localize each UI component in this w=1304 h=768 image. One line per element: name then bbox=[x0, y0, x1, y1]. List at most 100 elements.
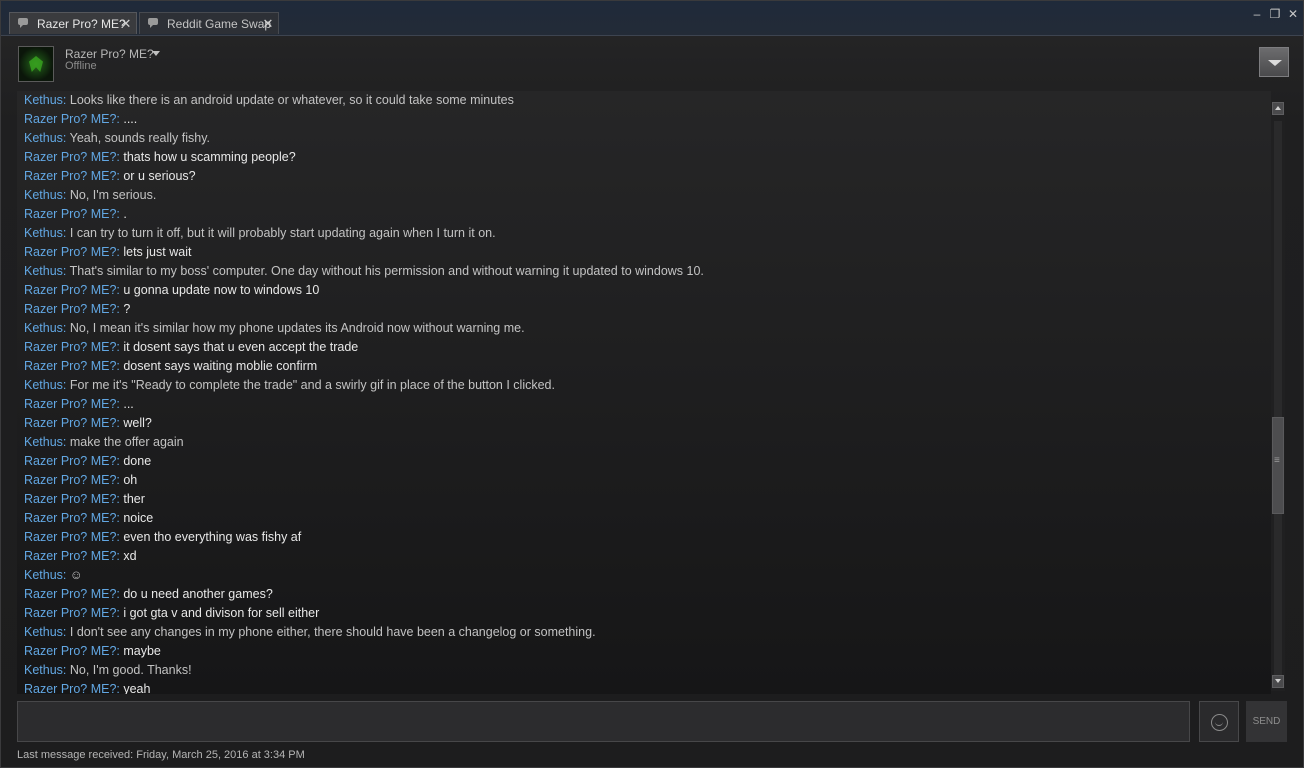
message-text: I can try to turn it off, but it will pr… bbox=[69, 226, 496, 240]
chat-message: Razer Pro? ME?: i got gta v and divison … bbox=[24, 606, 320, 620]
close-icon[interactable]: ✕ bbox=[120, 16, 132, 32]
message-text: That's similar to my boss' computer. One… bbox=[69, 264, 704, 278]
message-text: . bbox=[123, 207, 127, 221]
contact-status: Offline bbox=[65, 60, 97, 72]
chat-message: Kethus: ☺ bbox=[24, 568, 83, 582]
message-text: do u need another games? bbox=[123, 587, 273, 601]
chat-message: Kethus: make the offer again bbox=[24, 435, 184, 449]
message-text: Looks like there is an android update or… bbox=[69, 93, 514, 107]
message-sender[interactable]: Razer Pro? ME? bbox=[24, 283, 116, 297]
chat-message: Razer Pro? ME?: ... bbox=[24, 397, 134, 411]
tab-label: Razer Pro? ME? bbox=[37, 16, 126, 31]
chat-message: Razer Pro? ME?: maybe bbox=[24, 644, 161, 658]
message-text: yeah bbox=[123, 682, 151, 694]
message-sender[interactable]: Razer Pro? ME? bbox=[24, 549, 116, 563]
message-sender[interactable]: Razer Pro? ME? bbox=[24, 397, 116, 411]
chevron-down-icon[interactable] bbox=[152, 51, 160, 56]
message-text: done bbox=[123, 454, 152, 468]
chat-options-button[interactable] bbox=[1259, 47, 1289, 77]
message-sender[interactable]: Razer Pro? ME? bbox=[24, 112, 116, 126]
message-sender[interactable]: Kethus bbox=[24, 188, 63, 202]
chat-message: Kethus: That's similar to my boss' compu… bbox=[24, 264, 704, 278]
chat-message: Razer Pro? ME?: dosent says waiting mobl… bbox=[24, 359, 318, 373]
message-sender[interactable]: Kethus bbox=[24, 226, 63, 240]
message-text: .... bbox=[123, 112, 138, 126]
message-input[interactable] bbox=[17, 701, 1190, 742]
message-sender[interactable]: Razer Pro? ME? bbox=[24, 207, 116, 221]
message-sender[interactable]: Kethus bbox=[24, 131, 63, 145]
message-sender[interactable]: Razer Pro? ME? bbox=[24, 340, 116, 354]
message-text: maybe bbox=[123, 644, 161, 658]
chat-message: Razer Pro? ME?: yeah bbox=[24, 682, 151, 694]
message-text: dosent says waiting moblie confirm bbox=[123, 359, 318, 373]
tab-reddit-game-swap[interactable]: Reddit Game Swap ✕ bbox=[139, 12, 279, 34]
scroll-down-button[interactable] bbox=[1272, 675, 1284, 688]
chat-message: Kethus: Looks like there is an android u… bbox=[24, 93, 514, 107]
message-sender[interactable]: Razer Pro? ME? bbox=[24, 359, 116, 373]
chat-message: Razer Pro? ME?: do u need another games? bbox=[24, 587, 273, 601]
message-sender[interactable]: Kethus bbox=[24, 435, 63, 449]
message-sender[interactable]: Razer Pro? ME? bbox=[24, 169, 116, 183]
tab-bar: Razer Pro? ME? ✕ Reddit Game Swap ✕ – ❐ … bbox=[1, 1, 1303, 36]
message-sender[interactable]: Razer Pro? ME? bbox=[24, 245, 116, 259]
message-sender[interactable]: Kethus bbox=[24, 93, 63, 107]
message-sender[interactable]: Razer Pro? ME? bbox=[24, 587, 116, 601]
minimize-button[interactable]: – bbox=[1250, 7, 1264, 21]
chat-message: Razer Pro? ME?: ther bbox=[24, 492, 145, 506]
chat-bubble-icon bbox=[18, 18, 31, 29]
send-button[interactable]: SEND bbox=[1246, 701, 1287, 742]
scroll-up-button[interactable] bbox=[1272, 102, 1284, 115]
close-icon[interactable]: ✕ bbox=[262, 16, 274, 32]
chat-message: Kethus: I don't see any changes in my ph… bbox=[24, 625, 596, 639]
message-sender[interactable]: Kethus bbox=[24, 625, 63, 639]
scroll-thumb[interactable] bbox=[1272, 417, 1284, 514]
maximize-button[interactable]: ❐ bbox=[1268, 7, 1282, 21]
message-sender[interactable]: Razer Pro? ME? bbox=[24, 606, 116, 620]
message-sender[interactable]: Razer Pro? ME? bbox=[24, 644, 116, 658]
chat-message: Kethus: No, I mean it's similar how my p… bbox=[24, 321, 525, 335]
message-text: No, I'm good. Thanks! bbox=[69, 663, 192, 677]
message-sender[interactable]: Razer Pro? ME? bbox=[24, 530, 116, 544]
avatar[interactable] bbox=[18, 46, 54, 82]
last-message-status: Last message received: Friday, March 25,… bbox=[17, 749, 305, 761]
message-text: i got gta v and divison for sell either bbox=[123, 606, 320, 620]
message-text: even tho everything was fishy af bbox=[123, 530, 302, 544]
scrollbar[interactable] bbox=[1271, 101, 1285, 691]
chat-message: Razer Pro? ME?: noice bbox=[24, 511, 154, 525]
chat-message: Razer Pro? ME?: thats how u scamming peo… bbox=[24, 150, 296, 164]
message-sender[interactable]: Kethus bbox=[24, 568, 63, 582]
chat-message: Razer Pro? ME?: u gonna update now to wi… bbox=[24, 283, 320, 297]
message-sender[interactable]: Razer Pro? ME? bbox=[24, 416, 116, 430]
chat-message: Razer Pro? ME?: done bbox=[24, 454, 152, 468]
message-text: thats how u scamming people? bbox=[123, 150, 296, 164]
message-text: oh bbox=[123, 473, 138, 487]
message-sender[interactable]: Kethus bbox=[24, 264, 63, 278]
message-sender[interactable]: Kethus bbox=[24, 378, 63, 392]
contact-name[interactable]: Razer Pro? ME? bbox=[65, 47, 154, 61]
message-text: ? bbox=[123, 302, 131, 316]
message-sender[interactable]: Razer Pro? ME? bbox=[24, 492, 116, 506]
message-text: lets just wait bbox=[123, 245, 192, 259]
message-sender[interactable]: Razer Pro? ME? bbox=[24, 302, 116, 316]
tab-label: Reddit Game Swap bbox=[167, 16, 272, 31]
tab-razer-pro[interactable]: Razer Pro? ME? ✕ bbox=[9, 12, 137, 34]
message-sender[interactable]: Razer Pro? ME? bbox=[24, 473, 116, 487]
chat-message: Kethus: I can try to turn it off, but it… bbox=[24, 226, 496, 240]
message-sender[interactable]: Kethus bbox=[24, 663, 63, 677]
close-window-button[interactable]: ✕ bbox=[1286, 7, 1300, 21]
message-sender[interactable]: Razer Pro? ME? bbox=[24, 150, 116, 164]
emoticon-button[interactable] bbox=[1199, 701, 1239, 742]
message-text: No, I'm serious. bbox=[69, 188, 157, 202]
message-text: For me it's "Ready to complete the trade… bbox=[69, 378, 555, 392]
message-text: u gonna update now to windows 10 bbox=[123, 283, 320, 297]
chat-message: Razer Pro? ME?: or u serious? bbox=[24, 169, 196, 183]
chat-message: Razer Pro? ME?: lets just wait bbox=[24, 245, 192, 259]
message-sender[interactable]: Razer Pro? ME? bbox=[24, 511, 116, 525]
chat-message: Razer Pro? ME?: oh bbox=[24, 473, 138, 487]
scroll-track[interactable] bbox=[1274, 121, 1282, 676]
message-sender[interactable]: Razer Pro? ME? bbox=[24, 682, 116, 694]
message-sender[interactable]: Razer Pro? ME? bbox=[24, 454, 116, 468]
chat-message: Kethus: No, I'm serious. bbox=[24, 188, 157, 202]
message-text: No, I mean it's similar how my phone upd… bbox=[69, 321, 525, 335]
message-sender[interactable]: Kethus bbox=[24, 321, 63, 335]
